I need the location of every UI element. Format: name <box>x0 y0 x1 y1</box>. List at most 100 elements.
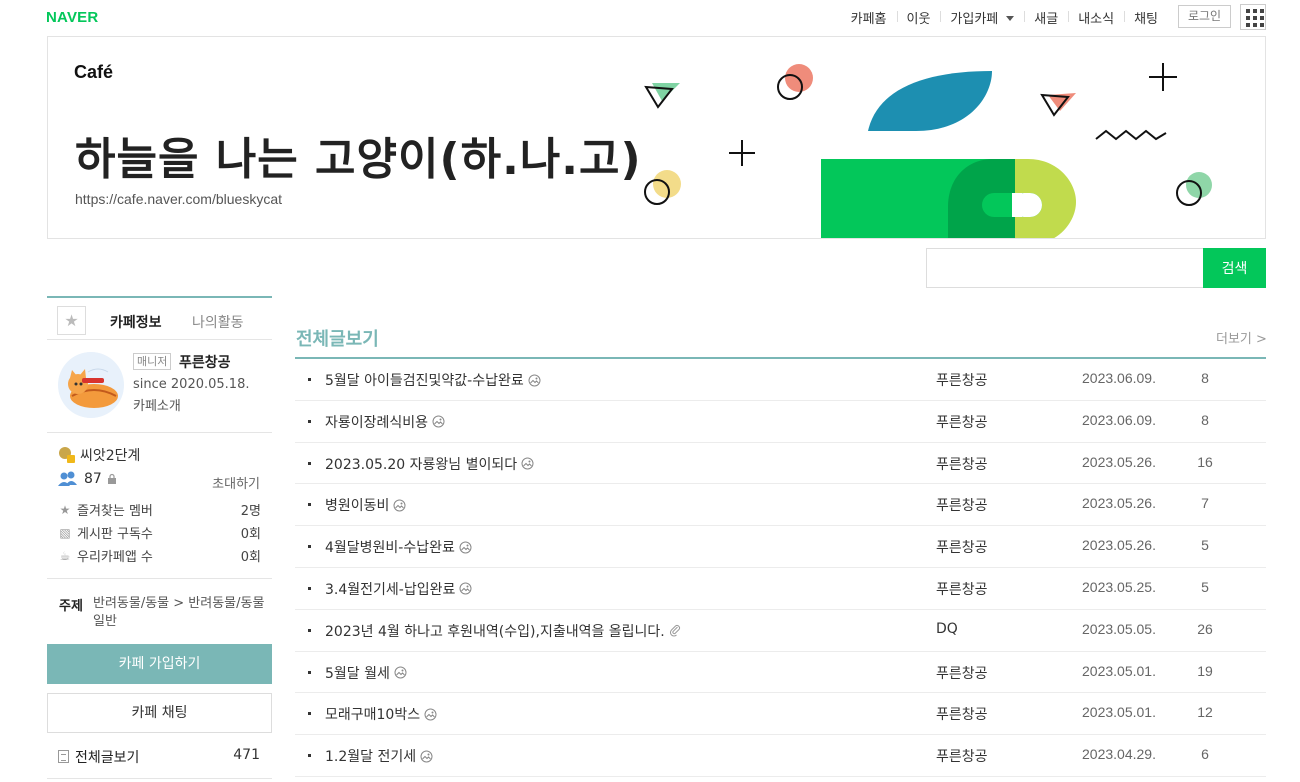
post-title[interactable]: 5월달 월세 <box>325 663 390 683</box>
post-date: 2023.05.25. <box>1082 578 1156 595</box>
post-row[interactable]: 4월달병원비-수납완료 푸른창공 2023.05.26. 5 <box>295 526 1266 568</box>
cafe-level[interactable]: 씨앗2단계 <box>58 445 140 465</box>
cafe-chat-button[interactable]: 카페 채팅 <box>47 693 272 733</box>
image-attachment-icon <box>528 374 541 387</box>
gnb-neighbors-link[interactable]: 이웃 <box>896 8 941 27</box>
post-author[interactable]: 푸른창공 <box>936 454 988 474</box>
cafe-title[interactable]: 하늘을 나는 고양이(하.나.고) <box>75 123 642 187</box>
post-row[interactable]: 5월달 아이들검진및약값-수납완료 푸른창공 2023.06.09. 8 <box>295 359 1266 401</box>
post-date: 2023.05.01. <box>1082 662 1156 679</box>
gnb-joined-cafes-dropdown[interactable]: 가입카페 <box>940 8 1024 27</box>
stat-value: 0회 <box>240 527 261 542</box>
post-date: 2023.06.09. <box>1082 411 1156 428</box>
post-title[interactable]: 5월달 아이들검진및약값-수납완료 <box>325 370 524 390</box>
post-row[interactable]: 1.2월달 전기세 푸른창공 2023.04.29. 6 <box>295 735 1266 777</box>
bullet <box>308 586 311 590</box>
post-author[interactable]: 푸른창공 <box>936 746 988 766</box>
cafe-url[interactable]: https://cafe.naver.com/blueskycat <box>75 191 282 207</box>
post-author[interactable]: 푸른창공 <box>936 370 988 390</box>
gnb-my-news-link[interactable]: 내소식 <box>1068 8 1124 27</box>
member-count[interactable]: 87 <box>58 471 118 487</box>
post-row[interactable]: 3.4월전기세-납입완료 푸른창공 2023.05.25. 5 <box>295 568 1266 610</box>
bullet <box>308 670 311 674</box>
post-title[interactable]: 1.2월달 전기세 <box>325 746 416 766</box>
image-attachment-icon <box>521 457 534 470</box>
gnb-chat-link[interactable]: 채팅 <box>1124 8 1168 27</box>
all-posts-label: 전체글보기 <box>75 750 140 766</box>
cafe-topic: 주제 반려동물/동물 > 반려동물/동물일반 <box>47 579 272 643</box>
topic-label: 주제 <box>59 599 83 614</box>
post-author[interactable]: 푸른창공 <box>936 537 988 557</box>
post-title[interactable]: 2023.05.20 자룡왕님 별이되다 <box>325 454 517 474</box>
image-attachment-icon <box>420 750 433 763</box>
gnb-joined-cafes-label: 가입카페 <box>950 12 999 27</box>
post-title[interactable]: 모래구매10박스 <box>325 704 420 724</box>
naver-logo[interactable]: NAVER <box>46 9 98 26</box>
post-views: 5 <box>1201 578 1209 595</box>
post-views: 5 <box>1201 537 1209 554</box>
manager-name[interactable]: 푸른창공 <box>179 352 231 372</box>
post-date: 2023.05.26. <box>1082 537 1156 554</box>
post-author[interactable]: 푸른창공 <box>936 704 988 724</box>
image-attachment-icon <box>424 708 437 721</box>
post-title[interactable]: 병원이동비 <box>325 495 389 515</box>
apps-grid-icon[interactable] <box>1240 4 1266 30</box>
seed-level-icon <box>59 447 75 463</box>
image-attachment-icon <box>432 415 445 428</box>
post-title[interactable]: 2023년 4월 하나고 후원내역(수입),지출내역을 올립니다. <box>325 621 665 641</box>
post-author[interactable]: 푸른창공 <box>936 579 988 599</box>
post-date: 2023.05.05. <box>1082 620 1156 637</box>
stat-value: 0회 <box>240 550 261 565</box>
bullet <box>308 419 311 423</box>
post-title[interactable]: 자룡이장례식비용 <box>325 412 428 432</box>
more-link[interactable]: 더보기 > <box>1216 328 1267 347</box>
sidebar: ★ 카페정보 나의활동 매니저 푸른창공 since 2020.05.18. 카… <box>47 296 272 779</box>
post-date: 2023.06.09. <box>1082 370 1156 386</box>
cafe-since-date: since 2020.05.18. <box>133 377 250 392</box>
stat-cafe-app-count[interactable]: ☕ 우리카페앱 수 0회 <box>58 546 261 566</box>
search-button[interactable]: 검색 <box>1203 248 1266 288</box>
post-row[interactable]: 자룡이장례식비용 푸른창공 2023.06.09. 8 <box>295 401 1266 443</box>
stat-board-subscriptions[interactable]: ▧ 게시판 구독수 0회 <box>58 523 261 543</box>
post-author[interactable]: DQ <box>936 621 958 637</box>
sidebar-item-all-posts[interactable]: 전체글보기 471 <box>47 743 272 779</box>
stat-favorite-members[interactable]: ★ 즐겨찾는 멤버 2명 <box>58 500 261 520</box>
post-views: 7 <box>1201 495 1209 512</box>
post-views: 8 <box>1201 370 1209 386</box>
tab-cafe-info[interactable]: 카페정보 <box>110 312 162 332</box>
post-row[interactable]: 모래구매10박스 푸른창공 2023.05.01. 12 <box>295 693 1266 736</box>
post-title[interactable]: 4월달병원비-수납완료 <box>325 537 455 557</box>
star-icon[interactable]: ★ <box>57 306 86 335</box>
gnb-cafe-home-link[interactable]: 카페홈 <box>841 8 897 27</box>
stat-label: 게시판 구독수 <box>77 527 153 542</box>
post-row[interactable]: 병원이동비 푸른창공 2023.05.26. 7 <box>295 484 1266 527</box>
cafe-intro-link[interactable]: 카페소개 <box>133 395 181 414</box>
search-input[interactable] <box>926 248 1204 288</box>
post-views: 19 <box>1197 662 1213 679</box>
topic-value[interactable]: 반려동물/동물 > 반려동물/동물일반 <box>93 595 268 631</box>
board-title[interactable]: 전체글보기 <box>296 325 379 351</box>
post-author[interactable]: 푸른창공 <box>936 412 988 432</box>
post-row[interactable]: 2023.05.20 자룡왕님 별이되다 푸른창공 2023.05.26. 16 <box>295 443 1266 485</box>
post-views: 26 <box>1197 620 1213 637</box>
invite-link[interactable]: 초대하기 <box>212 473 260 492</box>
cafe-logo[interactable]: Café <box>74 62 113 83</box>
post-views: 6 <box>1201 746 1209 763</box>
cafe-stats: 씨앗2단계 87 초대하기 ★ 즐겨찾는 멤버 2명 ▧ 게시판 구독수 0회 <box>47 433 272 579</box>
post-row[interactable]: 2023년 4월 하나고 후원내역(수입),지출내역을 올립니다. DQ 2023.… <box>295 610 1266 652</box>
post-author[interactable]: 푸른창공 <box>936 663 988 683</box>
file-attachment-icon <box>669 624 682 637</box>
tab-my-activity[interactable]: 나의활동 <box>192 312 244 332</box>
post-list: 5월달 아이들검진및약값-수납완료 푸른창공 2023.06.09. 8 자룡이장례식… <box>295 359 1266 777</box>
post-row[interactable]: 5월달 월세 푸른창공 2023.05.01. 19 <box>295 652 1266 694</box>
post-author[interactable]: 푸른창공 <box>936 495 988 515</box>
post-title[interactable]: 3.4월전기세-납입완료 <box>325 579 455 599</box>
post-date: 2023.05.26. <box>1082 453 1156 470</box>
login-button[interactable]: 로그인 <box>1178 5 1231 28</box>
join-cafe-button[interactable]: 카페 가입하기 <box>47 644 272 684</box>
chevron-down-icon <box>1006 16 1015 21</box>
gnb-new-posts-link[interactable]: 새글 <box>1024 8 1068 27</box>
rss-icon: ▧ <box>59 525 71 540</box>
avatar[interactable] <box>58 352 124 418</box>
image-attachment-icon <box>459 541 472 554</box>
